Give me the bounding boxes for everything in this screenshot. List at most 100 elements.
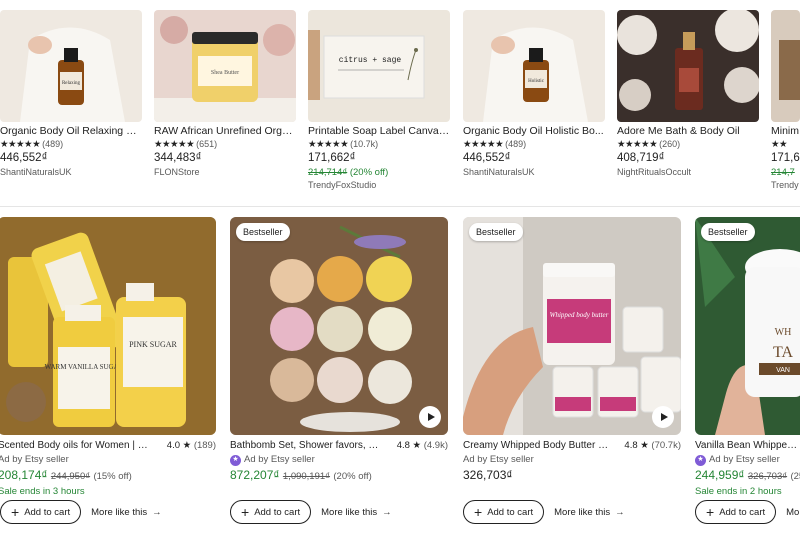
- listing-title[interactable]: Scented Body oils for Women | D...: [0, 439, 148, 453]
- plus-icon: +: [706, 504, 715, 520]
- listing-price: 408,719₫: [617, 152, 665, 164]
- add-to-cart-button[interactable]: + Add to cart: [230, 500, 312, 524]
- listing-price: 171,662₫: [308, 152, 356, 164]
- listing-rating: 4.0 ★ (189): [166, 440, 216, 451]
- listing-card-2[interactable]: Bestseller Bathbomb Set, Shower favors, …: [230, 217, 448, 485]
- listing-title[interactable]: RAW African Unrefined Orga...: [154, 125, 296, 138]
- listing-image[interactable]: Shea Butter: [154, 10, 296, 122]
- sale-ends: Sale ends in 2 hours: [695, 486, 782, 497]
- card-actions-1: + Add to cart More like this →: [0, 500, 162, 524]
- listing-rating: ★★: [771, 139, 788, 150]
- arrow-right-icon: →: [382, 506, 392, 518]
- svg-text:WH: WH: [775, 327, 792, 338]
- arrow-right-icon: →: [615, 506, 625, 518]
- star-seller-icon: ★: [230, 454, 241, 466]
- listing-card-3[interactable]: Whipped body butter Bestseller Creamy Wh…: [463, 217, 681, 483]
- bestseller-badge: Bestseller: [701, 223, 755, 241]
- shop-name[interactable]: ShantiNaturalsUK: [0, 166, 142, 179]
- svg-text:Relaxing: Relaxing: [62, 81, 81, 86]
- more-like-this-link[interactable]: More like this →: [91, 507, 161, 518]
- listing-price: 872,207₫ 1,090,191₫ (20% off): [230, 468, 372, 482]
- top-listing-1[interactable]: Relaxing Organic Body Oil Relaxing Sk...…: [0, 10, 142, 179]
- listing-rating: ★★★★★ (260): [617, 139, 681, 150]
- plus-icon: +: [241, 504, 250, 520]
- listing-title[interactable]: Minim: [771, 125, 800, 138]
- listing-rating: 4.8 ★ (70.7k): [624, 440, 681, 451]
- listing-card-4[interactable]: WH TA VAN Bestseller Vanilla Bean Whippe…: [695, 217, 800, 499]
- listing-price: 171,66: [771, 152, 800, 164]
- listing-rating: ★★★★★ (10.7k): [308, 139, 379, 150]
- add-to-cart-button[interactable]: + Add to cart: [695, 500, 777, 524]
- top-listing-6[interactable]: Minim ★★ 171,66 214,7 Trendy: [771, 10, 800, 192]
- svg-text:VAN: VAN: [776, 367, 790, 374]
- listing-title[interactable]: Vanilla Bean Whipped Tal: [695, 439, 800, 453]
- listing-title-row: Bathbomb Set, Shower favors, N... 4.8 ★ …: [230, 439, 448, 453]
- bestseller-badge: Bestseller: [236, 223, 290, 241]
- listing-image[interactable]: [771, 10, 800, 122]
- bestseller-badge: Bestseller: [469, 223, 523, 241]
- shop-name[interactable]: FLONStore: [154, 166, 296, 179]
- listing-title[interactable]: Creamy Whipped Body Butter W...: [463, 439, 613, 453]
- play-video-icon[interactable]: [419, 406, 441, 428]
- more-like-this-link[interactable]: More like this →: [321, 507, 391, 518]
- svg-text:WARM VANILLA SUGAR: WARM VANILLA SUGAR: [45, 363, 124, 371]
- top-listing-4[interactable]: Holistic Organic Body Oil Holistic Bo...…: [463, 10, 605, 179]
- listing-title[interactable]: Printable Soap Label Canva T...: [308, 125, 450, 138]
- play-video-icon[interactable]: [652, 406, 674, 428]
- listing-title-row: Scented Body oils for Women | D... 4.0 ★…: [0, 439, 216, 453]
- plus-icon: +: [474, 504, 483, 520]
- listing-image[interactable]: Bestseller: [230, 217, 448, 435]
- shop-name[interactable]: ShantiNaturalsUK: [463, 166, 605, 179]
- listing-image[interactable]: citrus + sage: [308, 10, 450, 122]
- svg-text:Holistic: Holistic: [528, 79, 545, 84]
- card-actions-4: + Add to cart Mo: [695, 500, 799, 524]
- shop-name[interactable]: Trendy: [771, 179, 800, 192]
- listing-title-row: Creamy Whipped Body Butter W... 4.8 ★ (7…: [463, 439, 681, 453]
- ad-label: ★ Ad by Etsy seller: [695, 453, 800, 467]
- svg-text:PINK SUGAR: PINK SUGAR: [129, 340, 177, 349]
- top-listing-5[interactable]: Adore Me Bath & Body Oil ★★★★★ (260) 408,…: [617, 10, 759, 179]
- listing-image[interactable]: Relaxing: [0, 10, 142, 122]
- listing-title[interactable]: Organic Body Oil Relaxing Sk...: [0, 125, 142, 138]
- arrow-right-icon: →: [152, 506, 162, 518]
- add-to-cart-button[interactable]: + Add to cart: [0, 500, 82, 524]
- listing-title[interactable]: Organic Body Oil Holistic Bo...: [463, 125, 605, 138]
- card-actions-2: + Add to cart More like this →: [230, 500, 392, 524]
- listing-image[interactable]: WARM VANILLA SUGAR PINK SUGAR: [0, 217, 216, 435]
- add-to-cart-button[interactable]: + Add to cart: [463, 500, 545, 524]
- sale-ends: Sale ends in 3 hours: [0, 486, 85, 497]
- listing-rating: ★★★★★ (489): [463, 139, 527, 150]
- listing-image[interactable]: [617, 10, 759, 122]
- listing-price: 326,703₫: [463, 468, 513, 482]
- listing-original-price: 214,714₫ (20% off): [308, 167, 389, 178]
- ad-label: Ad by Etsy seller: [463, 454, 534, 465]
- plus-icon: +: [11, 504, 20, 520]
- shop-name[interactable]: NightRitualsOccult: [617, 166, 759, 179]
- svg-text:Whipped body butter: Whipped body butter: [550, 311, 609, 319]
- card-actions-3: + Add to cart More like this →: [463, 500, 625, 524]
- ad-label: ★ Ad by Etsy seller: [230, 453, 448, 467]
- top-listing-2[interactable]: Shea Butter RAW African Unrefined Orga..…: [154, 10, 296, 179]
- listing-rating: 4.8 ★ (4.9k): [396, 440, 448, 451]
- listing-price: 446,552₫: [463, 152, 511, 164]
- listing-card-1[interactable]: WARM VANILLA SUGAR PINK SUGAR Scented Bo…: [0, 217, 216, 499]
- listing-title[interactable]: Adore Me Bath & Body Oil: [617, 125, 759, 138]
- listing-image[interactable]: WH TA VAN Bestseller: [695, 217, 800, 435]
- listing-image[interactable]: Holistic: [463, 10, 605, 122]
- listing-title[interactable]: Bathbomb Set, Shower favors, N...: [230, 439, 380, 453]
- star-seller-icon: ★: [695, 454, 706, 466]
- shop-name[interactable]: TrendyFoxStudio: [308, 179, 450, 192]
- listing-title-row: Vanilla Bean Whipped Tal: [695, 439, 800, 453]
- svg-text:citrus + sage: citrus + sage: [339, 56, 402, 65]
- listing-image[interactable]: Whipped body butter Bestseller: [463, 217, 681, 435]
- listing-price: 446,552₫: [0, 152, 48, 164]
- listing-price: 344,483₫: [154, 152, 202, 164]
- more-like-this-link[interactable]: More like this →: [554, 507, 624, 518]
- more-like-this-link[interactable]: Mo: [786, 507, 799, 518]
- listing-price: 208,174₫ 244,950₫ (15% off): [0, 468, 132, 482]
- ad-label: Ad by Etsy seller: [0, 454, 69, 465]
- listing-price: 244,959₫ 326,703₫ (25: [695, 468, 800, 482]
- top-listing-3[interactable]: citrus + sage Printable Soap Label Canva…: [308, 10, 450, 192]
- listing-original-price: 214,7: [771, 167, 795, 178]
- svg-text:TA: TA: [773, 344, 793, 361]
